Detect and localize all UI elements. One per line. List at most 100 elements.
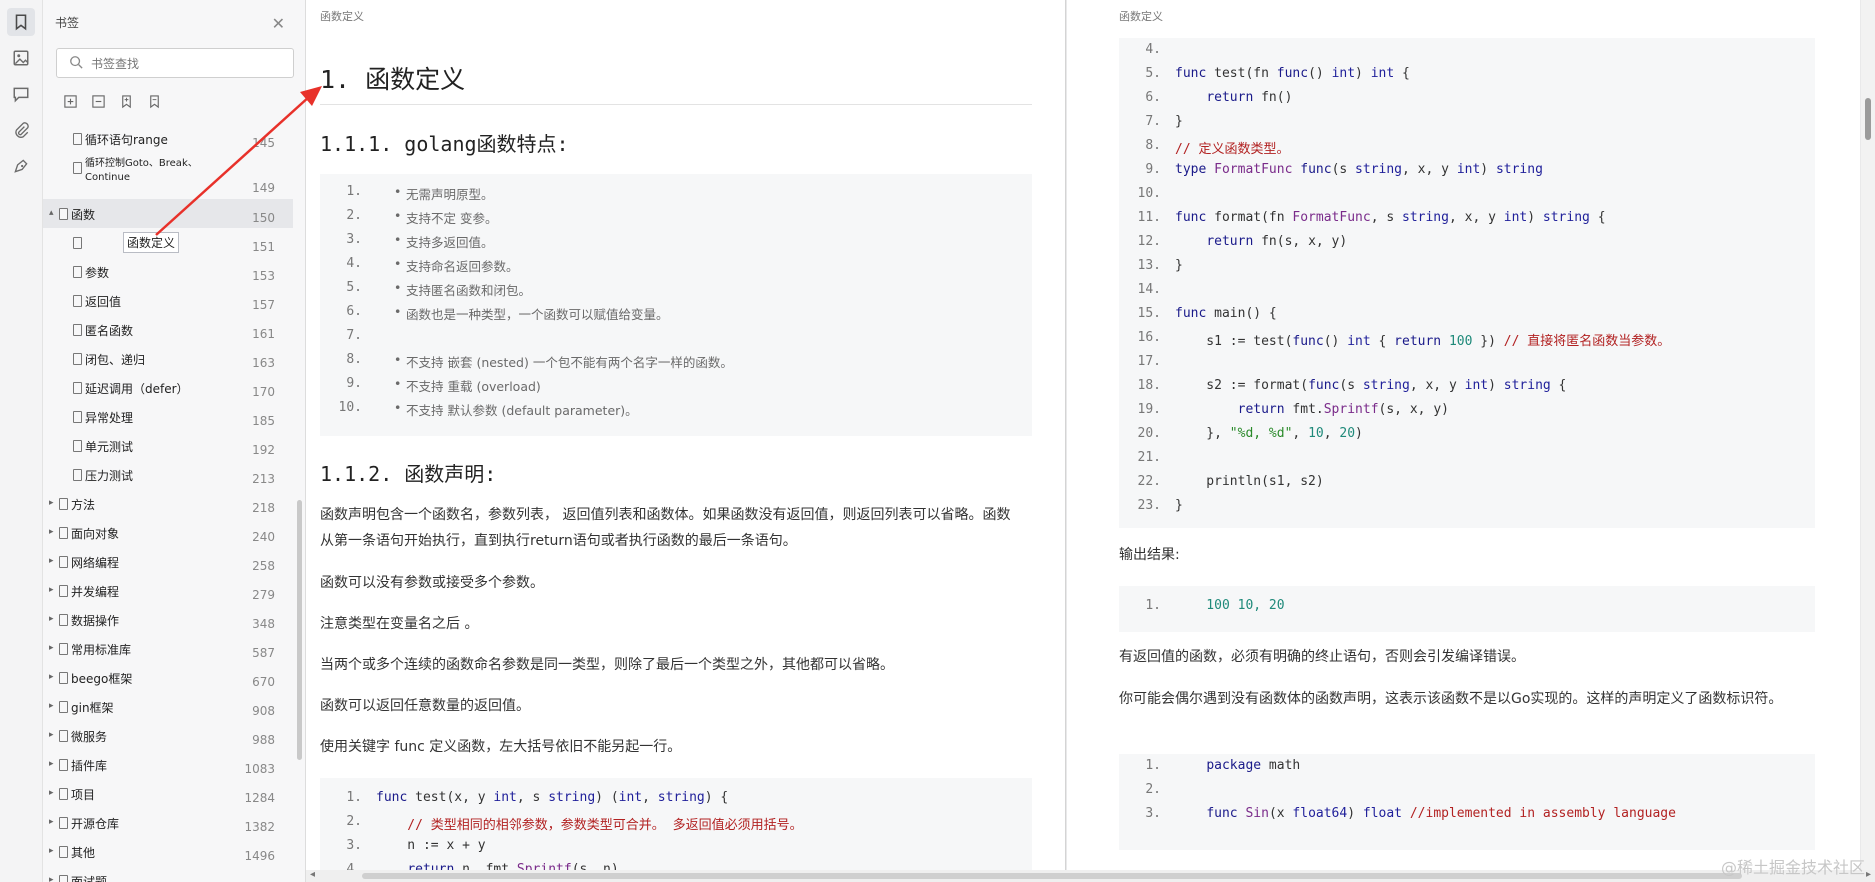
page-left: 函数定义 1. 函数定义 1.1.1. golang函数特点: 1. • 无需声明原… (306, 0, 1066, 870)
expand-icon[interactable]: ▸ (49, 498, 57, 508)
expand-icon[interactable]: ▸ (49, 759, 57, 769)
attachment-icon[interactable] (7, 116, 35, 144)
bookmark-page-number: 153 (252, 269, 275, 283)
expand-all-icon[interactable] (61, 92, 79, 110)
expand-icon[interactable]: ▸ (49, 556, 57, 566)
vertical-scrollbar[interactable] (1861, 0, 1875, 870)
bookmark-item[interactable]: ▸ 微服务 988 (43, 721, 293, 750)
bookmark-item[interactable]: 延迟调用（defer） 170 (43, 373, 293, 402)
bookmark-item[interactable]: ▸ gin框架 908 (43, 692, 293, 721)
bookmark-search[interactable] (56, 48, 294, 78)
bookmark-page-number: 149 (252, 181, 275, 195)
bookmark-label: 函数 (71, 208, 96, 222)
add-bookmark-icon[interactable] (117, 92, 135, 110)
features-list-block: 1. • 无需声明原型。 2. • 支持不定 变参。 3. • 支持多返回值。 4. • 支持命名返回… (320, 174, 1032, 436)
bookmark-item[interactable]: ▴ 函数 150 (43, 199, 293, 228)
bookmark-label: 插件库 (71, 759, 108, 773)
expand-icon[interactable]: ▸ (49, 672, 57, 682)
bookmark-label: 面向对象 (71, 527, 120, 541)
bookmark-label: gin框架 (71, 701, 114, 715)
expand-icon[interactable]: ▸ (49, 643, 57, 653)
search-input[interactable] (89, 54, 283, 74)
bookmark-icon (59, 846, 68, 858)
bookmark-item[interactable]: 压力测试 213 (43, 460, 293, 489)
bookmark-label: 网络编程 (71, 556, 120, 570)
bookmark-item[interactable]: ▸ 其他 1496 (43, 837, 293, 866)
expand-icon[interactable]: ▸ (49, 614, 57, 624)
collapse-icon[interactable]: ▴ (49, 208, 57, 218)
bookmark-item[interactable]: 匿名函数 161 (43, 315, 293, 344)
scroll-left-icon[interactable]: ◂ (310, 869, 315, 880)
bookmark-item[interactable]: 返回值 157 (43, 286, 293, 315)
page-header: 函数定义 (320, 10, 364, 23)
bookmark-page-number: 185 (252, 414, 275, 428)
bookmark-icon (59, 759, 68, 771)
bookmark-icon[interactable] (7, 8, 35, 36)
bookmark-item[interactable]: ▸ 插件库 1083 (43, 750, 293, 779)
expand-icon[interactable]: ▸ (49, 701, 57, 711)
collapse-all-icon[interactable] (89, 92, 107, 110)
bookmark-label: 常用标准库 (71, 643, 132, 657)
bookmark-icon (59, 817, 68, 829)
page-title: 1. 函数定义 (320, 65, 466, 94)
scrollbar-thumb[interactable] (1865, 98, 1871, 140)
signature-icon[interactable] (7, 152, 35, 180)
bookmark-item[interactable]: 闭包、递归 163 (43, 344, 293, 373)
bookmark-item[interactable]: 循环控制Goto、Break、Continue 149 (43, 153, 293, 199)
bookmark-item[interactable]: ▸ 常用标准库 587 (43, 634, 293, 663)
bookmark-label: 函数定义 (123, 232, 180, 253)
bookmark-label: 单元测试 (85, 440, 134, 454)
bookmark-item[interactable]: 循环语句range 145 (43, 124, 293, 153)
bookmark-item[interactable]: ▸ beego框架 670 (43, 663, 293, 692)
bookmark-label: 微服务 (71, 730, 108, 744)
bookmark-icon (73, 324, 82, 336)
expand-icon[interactable]: ▸ (49, 788, 57, 798)
comment-icon[interactable] (7, 80, 35, 108)
bookmark-item[interactable]: ▸ 面试题 (43, 866, 293, 882)
code-block-output: 1. 100 10, 20 (1119, 586, 1815, 632)
bookmark-page-number: 988 (252, 733, 275, 747)
horizontal-scrollbar[interactable]: ◂ ▸ (306, 869, 1875, 882)
section-heading-features: 1.1.1. golang函数特点: (320, 132, 569, 156)
bookmark-icon (73, 266, 82, 278)
bookmark-page-number: 1284 (244, 791, 275, 805)
code-block-test: 1. func test(x, y int, s string) (int, st… (320, 778, 1032, 870)
bookmark-item[interactable]: 参数 153 (43, 257, 293, 286)
bookmark-item[interactable]: ▸ 网络编程 258 (43, 547, 293, 576)
page-header: 函数定义 (1119, 10, 1163, 23)
expand-icon[interactable]: ▸ (49, 585, 57, 595)
bookmark-item[interactable]: ▸ 方法 218 (43, 489, 293, 518)
bookmark-page-number: 192 (252, 443, 275, 457)
search-icon (70, 56, 83, 69)
scroll-right-icon[interactable]: ▸ (1866, 869, 1871, 880)
bookmark-page-number: 279 (252, 588, 275, 602)
bookmark-icon (59, 585, 68, 597)
bookmark-item[interactable]: ▸ 项目 1284 (43, 779, 293, 808)
expand-icon[interactable]: ▸ (49, 527, 57, 537)
bookmark-page-number: 145 (252, 136, 275, 150)
image-icon[interactable] (7, 44, 35, 72)
bookmark-icon (59, 614, 68, 626)
bookmark-icon (59, 788, 68, 800)
bookmark-item[interactable]: ▸ 并发编程 279 (43, 576, 293, 605)
bookmark-page-number: 157 (252, 298, 275, 312)
bookmark-item[interactable]: ▸ 数据操作 348 (43, 605, 293, 634)
close-icon[interactable]: ✕ (272, 14, 285, 34)
bookmark-icon (59, 556, 68, 568)
bookmark-item[interactable]: ▸ 开源仓库 1382 (43, 808, 293, 837)
remove-bookmark-icon[interactable] (145, 92, 163, 110)
bookmark-icon (73, 353, 82, 365)
scrollbar-thumb[interactable] (362, 873, 1742, 879)
expand-icon[interactable]: ▸ (49, 817, 57, 827)
bookmark-page-number: 240 (252, 530, 275, 544)
bookmark-item[interactable]: 函数定义 151 (43, 228, 293, 257)
expand-icon[interactable]: ▸ (49, 730, 57, 740)
expand-icon[interactable]: ▸ (49, 846, 57, 856)
output-label: 输出结果: (1119, 547, 1180, 563)
bookmark-item[interactable]: 异常处理 185 (43, 402, 293, 431)
panel-scrollbar[interactable] (297, 500, 302, 760)
expand-icon[interactable]: ▸ (49, 875, 57, 882)
bookmark-item[interactable]: ▸ 面向对象 240 (43, 518, 293, 547)
bookmark-item[interactable]: 单元测试 192 (43, 431, 293, 460)
bookmark-label: 返回值 (85, 295, 122, 309)
